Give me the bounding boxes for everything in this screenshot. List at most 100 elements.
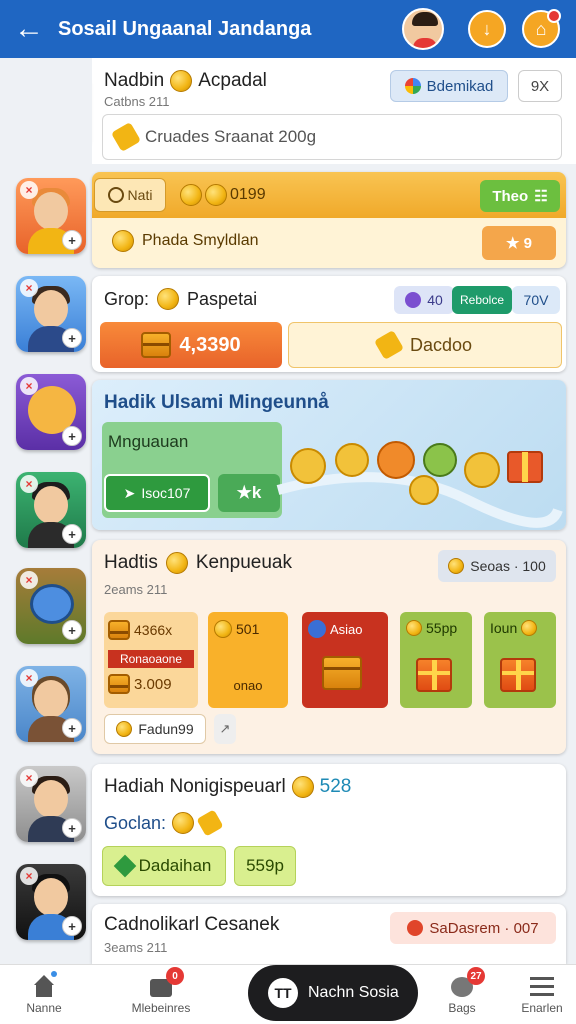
tile4-top: 55pp: [426, 620, 458, 636]
sidebar-avatar-6[interactable]: × +: [16, 666, 86, 742]
close-icon[interactable]: ×: [20, 867, 38, 885]
dacdoo-button[interactable]: Dacdoo: [288, 322, 562, 368]
nav-center-button[interactable]: TT Nachn Sosia: [248, 965, 418, 1021]
reward-tile-2[interactable]: 501 onao: [208, 612, 288, 708]
user-avatar[interactable]: [402, 8, 444, 50]
coin-icon: [170, 70, 193, 92]
reward-card-5: Hadiah Nonigispeuarl 528 Goclan: Dadaiha…: [92, 764, 566, 896]
close-icon[interactable]: ×: [20, 571, 38, 589]
row2-title-suffix: Paspetai: [187, 288, 258, 309]
coins-value: 0199: [230, 186, 266, 203]
coins-total-button[interactable]: 4,3390: [100, 322, 282, 368]
coin-icon: [180, 184, 202, 206]
download-icon[interactable]: ↓: [468, 10, 506, 48]
tag-chip[interactable]: Bdemikad: [390, 70, 508, 102]
dadaihan-button[interactable]: Dadaihan: [102, 846, 226, 886]
reward-card-1: Nati 0199 Theo ☷ Phada Smyldlan ★ 9: [92, 172, 566, 268]
ticket-icon: [196, 809, 224, 837]
row1-sub-label: Phada Smyldlan: [142, 232, 259, 249]
add-icon[interactable]: +: [62, 328, 82, 348]
row4-title-suffix: Kenpueuak: [195, 552, 293, 573]
profile-name: Nadbin: [104, 70, 165, 91]
search-field-text: Cruades Sraanat 200g: [145, 127, 317, 146]
profile-subtitle: Catbns 211: [104, 94, 170, 109]
tag-chip-label: Bdemikad: [426, 77, 494, 95]
close-icon[interactable]: ×: [20, 279, 38, 297]
sidebar-avatar-3[interactable]: × +: [16, 374, 86, 450]
rebolce-tag[interactable]: Rebolce: [452, 286, 512, 314]
count-chip[interactable]: 40: [394, 286, 454, 314]
search-field[interactable]: Cruades Sraanat 200g: [102, 114, 562, 160]
sidebar-avatar-4[interactable]: × +: [16, 472, 86, 548]
tab-nati[interactable]: Nati: [94, 178, 166, 212]
add-icon[interactable]: +: [62, 426, 82, 446]
notification-icon[interactable]: ⌂: [522, 9, 561, 48]
profile-name-suffix: Acpadal: [198, 70, 267, 91]
reward-path-illustration: [276, 441, 563, 528]
app-logo-icon: TT: [268, 978, 298, 1008]
chest-icon: [108, 674, 130, 694]
bags-badge: 27: [467, 967, 485, 985]
reward-tile-1[interactable]: 4366x Ronaoaone 3.009: [104, 612, 198, 708]
close-button[interactable]: 9X: [518, 70, 562, 102]
nav-center-label: Nachn Sosia: [308, 984, 399, 1001]
reward-tile-4[interactable]: 55pp: [400, 612, 472, 708]
nav-members[interactable]: 0 Mlebeinres: [124, 965, 198, 1024]
coin-icon: [214, 620, 232, 638]
globe-icon: [404, 78, 421, 94]
tile1-mid: Ronaoaone: [108, 650, 194, 668]
star-icon: ★: [236, 483, 252, 502]
tile1-top: 4366x: [134, 622, 173, 638]
panel-title: Mnguauan: [108, 432, 189, 451]
sidebar-avatar-7[interactable]: × +: [16, 766, 86, 842]
add-icon[interactable]: +: [62, 718, 82, 738]
close-icon[interactable]: ×: [20, 669, 38, 687]
fadun-chip[interactable]: Fadun99: [104, 714, 206, 744]
close-icon[interactable]: ×: [20, 769, 38, 787]
row5-title: Hadiah Nonigispeuarl: [104, 776, 286, 797]
close-icon[interactable]: ×: [20, 181, 38, 199]
theo-button[interactable]: Theo ☷: [480, 180, 560, 212]
close-icon[interactable]: ×: [20, 377, 38, 395]
record-icon: [407, 920, 424, 936]
sidebar-avatar-1[interactable]: × +: [16, 178, 86, 254]
tile3-top: Asiao: [330, 621, 363, 637]
expand-icon[interactable]: ↗: [214, 714, 236, 744]
notification-badge: [547, 9, 561, 23]
home-icon: [31, 971, 57, 997]
add-icon[interactable]: +: [62, 524, 82, 544]
reward-tile-5[interactable]: Ioun: [484, 612, 556, 708]
coin-icon: [406, 620, 422, 636]
rocket-icon: ➤: [123, 484, 136, 501]
add-icon[interactable]: +: [62, 620, 82, 640]
add-icon[interactable]: +: [62, 230, 82, 250]
add-icon[interactable]: +: [62, 916, 82, 936]
chest-icon: [322, 656, 362, 690]
seoas-chip[interactable]: Seoas · 100: [438, 550, 556, 582]
claim-button-label: Isoc107: [141, 485, 191, 501]
row5-title-value: 528: [319, 776, 352, 797]
coin-icon: [521, 620, 538, 636]
claim-button[interactable]: ➤ Isoc107: [104, 474, 210, 512]
close-icon[interactable]: ×: [20, 475, 38, 493]
star-button[interactable]: ★ 9: [482, 226, 556, 260]
tile1-bottom: 3.009: [134, 675, 172, 693]
value-button[interactable]: 559p: [234, 846, 296, 886]
tile2-top: 501: [236, 621, 260, 637]
ticket-icon: [373, 329, 404, 361]
nav-menu[interactable]: Enarlen: [510, 965, 574, 1024]
gift-icon: [500, 658, 536, 692]
row5-subtitle: Goclan:: [104, 812, 167, 833]
back-arrow-icon[interactable]: ←: [0, 0, 58, 58]
nav-bags[interactable]: 27 Bags: [432, 965, 492, 1024]
sadasrem-chip[interactable]: SaDasrem · 007: [390, 912, 556, 944]
sidebar-avatar-5[interactable]: × +: [16, 568, 86, 644]
ticket-icon: [110, 121, 142, 153]
sidebar-avatar-8[interactable]: × +: [16, 864, 86, 940]
coin-icon: [448, 558, 465, 574]
reward-tile-3[interactable]: Asiao: [302, 612, 388, 708]
add-icon[interactable]: +: [62, 818, 82, 838]
nav-home[interactable]: Nanne: [14, 965, 74, 1024]
sidebar-avatar-2[interactable]: × +: [16, 276, 86, 352]
page-title: Sosail Ungaanal Jandanga: [58, 17, 312, 40]
